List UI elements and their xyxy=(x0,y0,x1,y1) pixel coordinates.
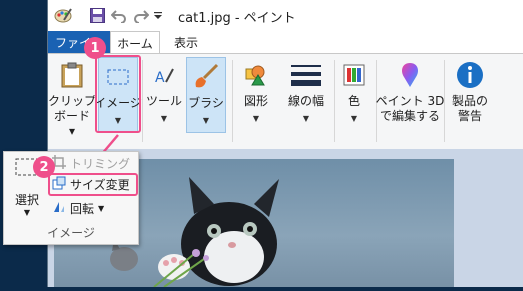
brush-button[interactable]: ブラシ ▼ xyxy=(186,57,226,133)
clipboard-button[interactable]: クリップ ボード ▾ xyxy=(48,54,97,139)
select-chevron-icon: ▼ xyxy=(23,208,31,217)
clipboard-icon xyxy=(57,60,87,90)
ribbon-separator xyxy=(142,60,143,142)
rotate-item[interactable]: 回転 ▼ xyxy=(52,200,104,217)
rotate-chevron-icon: ▼ xyxy=(98,204,105,213)
tools-label: ツール xyxy=(145,94,182,108)
step2-highlight xyxy=(48,173,138,196)
ribbon-separator xyxy=(444,60,445,142)
line-width-label: 線の幅 xyxy=(287,94,324,108)
info-icon xyxy=(455,60,485,90)
step2-badge: 2 xyxy=(33,156,55,178)
ribbon-separator xyxy=(232,60,233,142)
ribbon-separator xyxy=(334,60,335,142)
product-alert-label-line2: 警告 xyxy=(457,109,482,123)
line-width-chevron-icon: ▼ xyxy=(302,114,310,123)
tools-icon: A xyxy=(149,60,179,90)
title-bar: cat1.jpg - ペイント xyxy=(48,0,523,31)
product-alert-button[interactable]: 製品の 警告 xyxy=(448,54,492,124)
customize-dropdown-icon[interactable] xyxy=(152,6,164,24)
image-dropdown-panel: 選択 ▼ トリミング サイズ変更 回転 ▼ イメージ xyxy=(3,151,139,245)
paint3d-icon xyxy=(395,60,425,90)
paint-app-icon[interactable] xyxy=(54,6,72,24)
clipboard-label-line1: クリップ xyxy=(48,94,97,108)
undo-icon[interactable] xyxy=(110,6,128,24)
window-title: cat1.jpg - ペイント xyxy=(178,11,296,26)
tab-view[interactable]: 表示 xyxy=(166,31,206,53)
brush-chevron-icon: ▼ xyxy=(202,116,210,125)
paint3d-label-line1: ペイント 3D xyxy=(375,94,445,108)
paint3d-label-line2: で編集する xyxy=(379,109,440,123)
clipboard-label-line2: ボード ▾ xyxy=(53,109,90,138)
crop-label: トリミング xyxy=(70,157,131,171)
tools-chevron-icon: ▼ xyxy=(160,114,168,123)
edit-in-paint3d-button[interactable]: ペイント 3D で編集する xyxy=(375,54,445,124)
step1-badge: 1 xyxy=(84,37,106,59)
shapes-chevron-icon: ▼ xyxy=(252,114,260,123)
shapes-icon xyxy=(241,60,271,90)
rotate-label: 回転 xyxy=(70,202,95,216)
step1-highlight xyxy=(95,55,141,133)
redo-icon[interactable] xyxy=(132,6,150,24)
image-group-label: イメージ xyxy=(47,226,95,240)
colors-icon xyxy=(339,60,369,90)
tab-home[interactable]: ホーム xyxy=(110,31,160,54)
shapes-label: 図形 xyxy=(243,94,268,108)
line-width-icon xyxy=(291,60,321,90)
colors-chevron-icon: ▼ xyxy=(350,114,358,123)
crop-item[interactable]: トリミング xyxy=(52,155,130,172)
select-label: 選択 xyxy=(14,193,39,207)
brush-label: ブラシ xyxy=(188,96,224,110)
svg-text:A: A xyxy=(155,70,165,86)
colors-label: 色 xyxy=(347,94,360,108)
rotate-icon xyxy=(52,200,66,217)
tools-button[interactable]: A ツール ▼ xyxy=(144,54,184,126)
line-width-button[interactable]: 線の幅 ▼ xyxy=(284,54,328,126)
brush-icon xyxy=(191,62,221,92)
shapes-button[interactable]: 図形 ▼ xyxy=(236,54,276,126)
colors-button[interactable]: 色 ▼ xyxy=(336,54,372,126)
product-alert-label-line1: 製品の xyxy=(451,94,488,108)
ribbon-tabs: ファイル ホーム 表示 xyxy=(48,31,523,54)
save-icon[interactable] xyxy=(88,6,106,24)
